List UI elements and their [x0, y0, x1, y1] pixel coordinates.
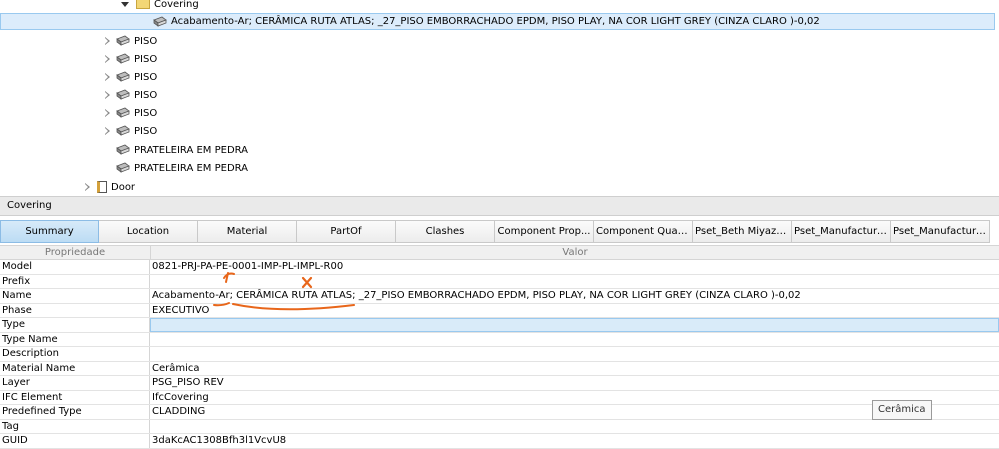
property-value: EXECUTIVO [152, 304, 210, 316]
door-icon [97, 181, 107, 193]
grid-row-description[interactable]: Description [0, 347, 999, 362]
tree-node-label: PRATELEIRA EM PEDRA [134, 162, 249, 174]
grid-row-model[interactable]: Model 0821-PRJ-PA-PE-0001-IMP-PL-IMPL-R00 [0, 260, 999, 275]
tree-node-prateleira[interactable]: PRATELEIRA EM PEDRA [116, 141, 248, 159]
slab-icon [153, 16, 167, 28]
grid-row-guid[interactable]: GUID 3daKcAC1308Bfh3l1VcvU8 [0, 434, 999, 449]
slab-icon [116, 53, 130, 65]
grid-row-material-name[interactable]: Material Name Cerâmica [0, 361, 999, 376]
property-name: Phase [0, 303, 150, 317]
tree-node-label: PRATELEIRA EM PEDRA [134, 144, 249, 156]
tree-node-piso[interactable]: PISO [102, 50, 157, 68]
property-value: PSG_PISO REV [152, 377, 224, 388]
tooltip: Cerâmica [872, 400, 932, 420]
tree-node-label: Acabamento-Ar; CERÂMICA RUTA ATLAS; _27_… [171, 16, 820, 27]
model-tree: Covering Acabamento-Ar; CERÂMICA RUTA AT… [0, 0, 999, 196]
grid-header: Propriedade Valor [0, 245, 999, 260]
property-value: 0821-PRJ-PA-PE-0001-IMP-PL-IMPL-R00 [152, 261, 344, 272]
property-value [150, 420, 999, 434]
property-name: Tag [0, 419, 150, 433]
expand-arrow-icon[interactable] [82, 182, 92, 192]
property-tabs: Summary Location Material PartOf Clashes… [0, 220, 999, 244]
property-name: Prefix [0, 274, 150, 288]
tab-component-properties[interactable]: Component Prop... [495, 220, 594, 243]
tab-clashes[interactable]: Clashes [396, 220, 495, 243]
property-name: Model [0, 260, 150, 274]
tree-node-label: Covering [154, 0, 199, 10]
grid-row-type-name[interactable]: Type Name [0, 332, 999, 347]
grid-row-name[interactable]: Name Acabamento-Ar; CERÂMICA RUTA ATLAS; … [0, 289, 999, 304]
property-name: Type [0, 318, 150, 332]
expand-arrow-icon[interactable] [102, 36, 112, 46]
tree-node-label: PISO [134, 53, 158, 65]
slab-icon [116, 107, 130, 119]
column-header-property[interactable]: Propriedade [0, 246, 151, 259]
slab-icon [116, 89, 130, 101]
property-value [150, 347, 999, 361]
grid-row-predefined-type[interactable]: Predefined Type CLADDING [0, 405, 999, 420]
column-header-value[interactable]: Valor [151, 246, 999, 259]
tab-pset-beth-miyazaki[interactable]: Pset_Beth Miyazaki [693, 220, 792, 243]
property-value [150, 318, 999, 332]
property-name: Layer [0, 376, 150, 390]
tab-partof[interactable]: PartOf [297, 220, 396, 243]
property-value [150, 333, 999, 347]
grid-row-tag[interactable]: Tag [0, 419, 999, 434]
tree-node-label: PISO [134, 107, 158, 119]
tab-component-quantities[interactable]: Component Quan... [594, 220, 693, 243]
slab-icon [116, 162, 130, 174]
grid-row-ifc-element[interactable]: IFC Element IfcCovering [0, 390, 999, 405]
tree-node-piso[interactable]: PISO [102, 104, 157, 122]
tree-node-door[interactable]: Door [82, 178, 135, 196]
property-name: Type Name [0, 332, 150, 346]
property-name: Name [0, 289, 150, 303]
tree-node-label: PISO [134, 125, 158, 137]
tree-node-piso[interactable]: PISO [102, 86, 157, 104]
property-value: Acabamento-Ar; CERÂMICA RUTA ATLAS; _27_… [152, 290, 801, 301]
tab-pset-manufacturer[interactable]: Pset_Manufacturer... [891, 220, 990, 243]
expand-arrow-icon[interactable] [102, 108, 112, 118]
tree-node-prateleira[interactable]: PRATELEIRA EM PEDRA [116, 159, 248, 177]
slab-icon [116, 144, 130, 156]
tree-node-label: PISO [134, 71, 158, 83]
property-name: Material Name [0, 361, 150, 375]
property-name: IFC Element [0, 390, 150, 404]
grid-row-phase[interactable]: Phase EXECUTIVO [0, 303, 999, 318]
tree-node-piso[interactable]: PISO [102, 32, 157, 50]
property-name: Predefined Type [0, 405, 150, 419]
slab-icon [116, 125, 130, 137]
tree-node-piso[interactable]: PISO [102, 122, 157, 140]
grid-row-type[interactable]: Type [0, 318, 999, 333]
property-value: 3daKcAC1308Bfh3l1VcvU8 [152, 435, 287, 446]
property-name: Description [0, 347, 150, 361]
tree-node-piso[interactable]: PISO [102, 68, 157, 86]
expand-arrow-icon[interactable] [102, 54, 112, 64]
tree-node-covering[interactable]: Covering [120, 0, 199, 13]
property-name: GUID [0, 434, 150, 448]
expand-arrow-icon[interactable] [102, 72, 112, 82]
tab-location[interactable]: Location [99, 220, 198, 243]
tab-pset-manufacture[interactable]: Pset_Manufacture... [792, 220, 891, 243]
tree-node-selected-covering[interactable]: Acabamento-Ar; CERÂMICA RUTA ATLAS; _27_… [0, 13, 995, 30]
folder-icon [136, 0, 150, 9]
slab-icon [116, 35, 130, 47]
property-value: Cerâmica [152, 362, 200, 374]
tree-node-label: PISO [134, 35, 158, 47]
tree-node-label: Door [111, 181, 136, 193]
property-grid: Propriedade Valor Model 0821-PRJ-PA-PE-00… [0, 245, 999, 449]
expand-arrow-icon[interactable] [102, 90, 112, 100]
property-value [150, 275, 999, 289]
slab-icon [116, 71, 130, 83]
expand-arrow-icon[interactable] [102, 126, 112, 136]
grid-row-layer[interactable]: Layer PSG_PISO REV [0, 376, 999, 391]
expand-arrow-icon[interactable] [120, 0, 130, 9]
tab-material[interactable]: Material [198, 220, 297, 243]
tree-node-label: PISO [134, 89, 158, 101]
tab-summary[interactable]: Summary [0, 220, 99, 243]
panel-title: Covering [0, 196, 999, 216]
grid-row-prefix[interactable]: Prefix [0, 274, 999, 289]
